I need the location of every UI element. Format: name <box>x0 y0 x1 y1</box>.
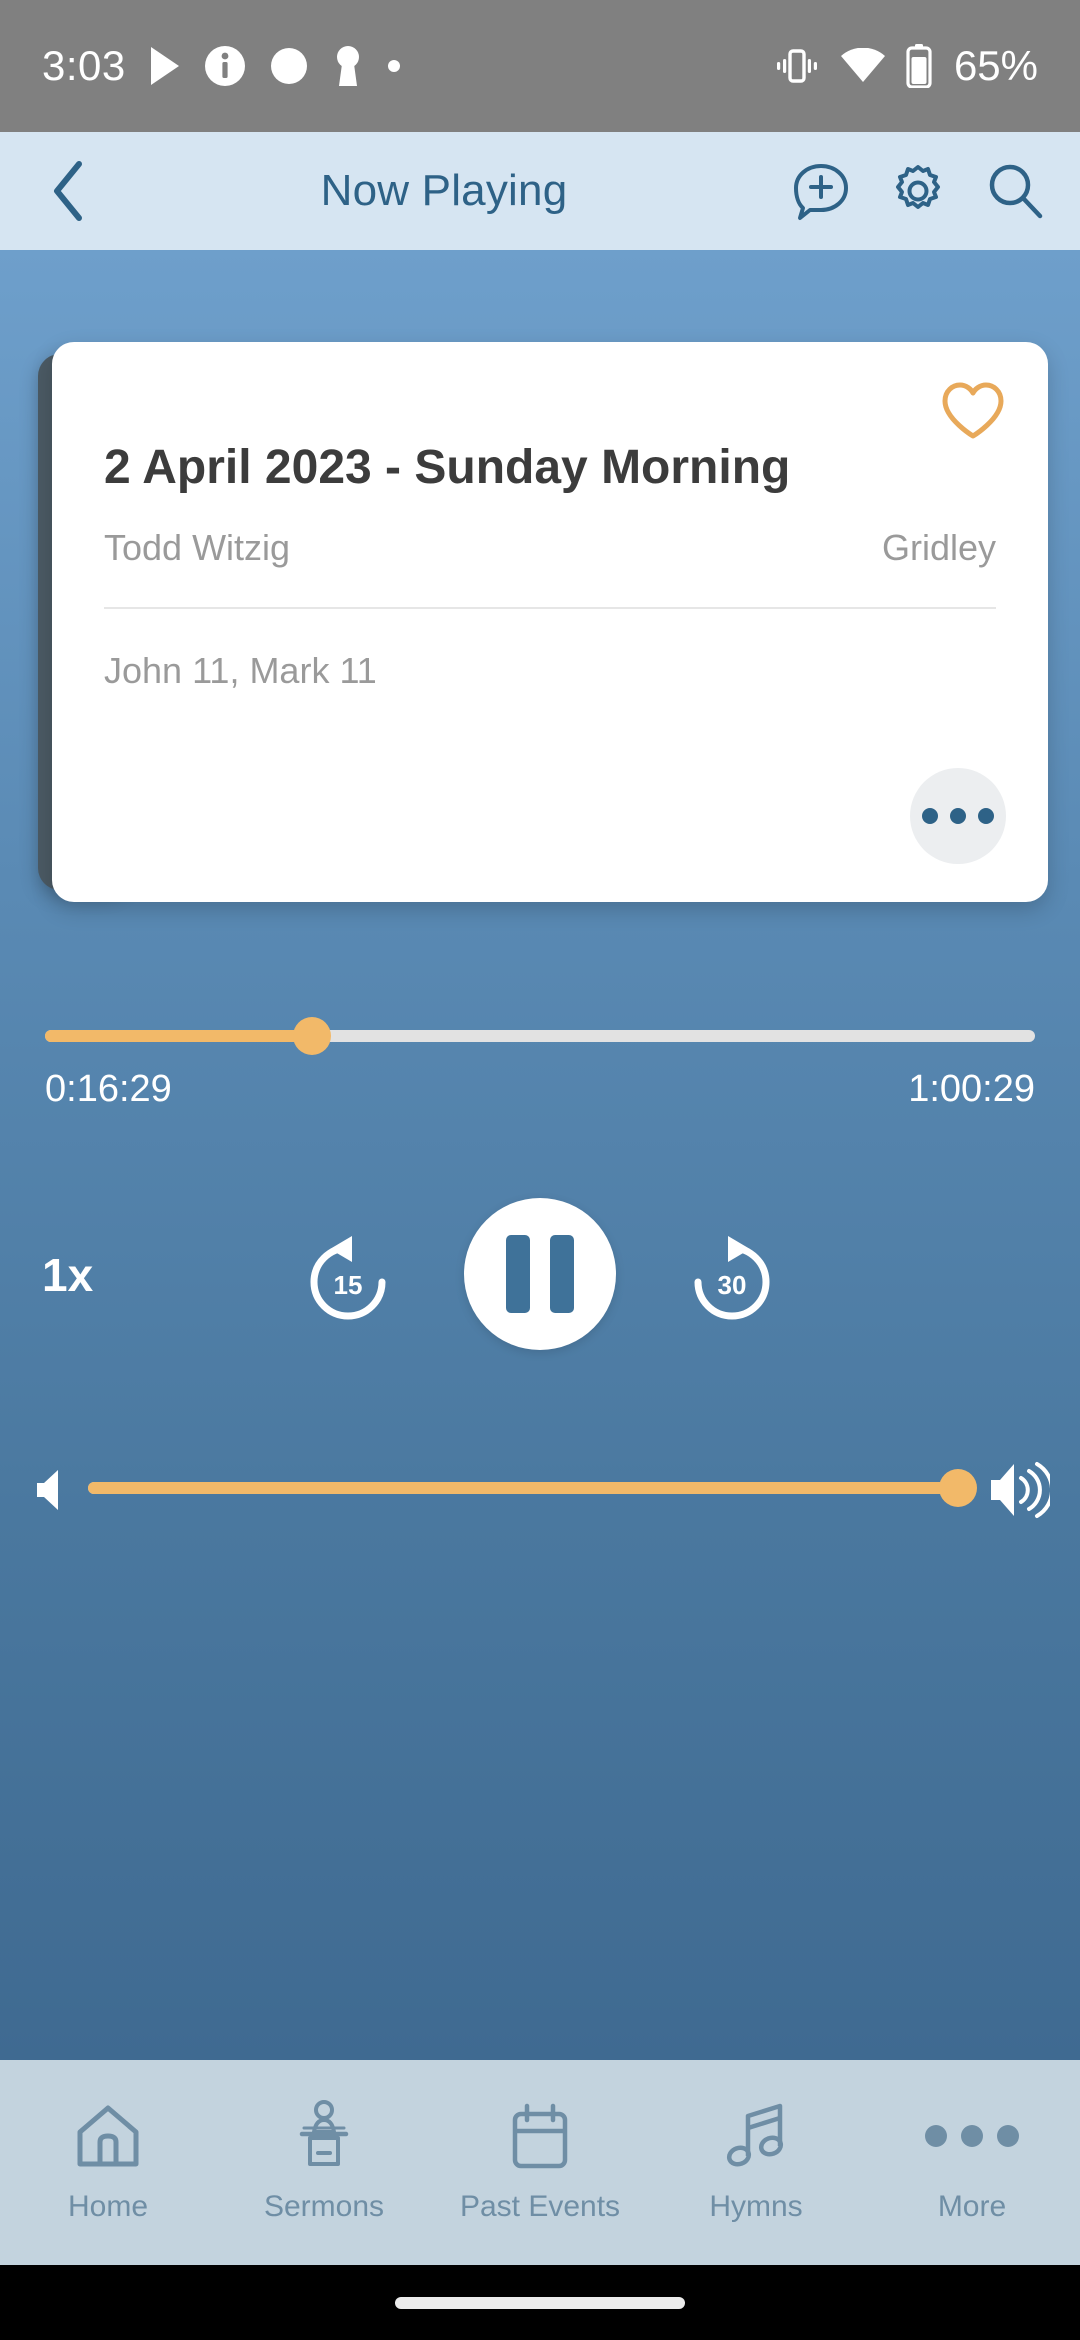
back-button[interactable] <box>34 156 104 226</box>
pulpit-icon <box>286 2098 362 2174</box>
status-bar: 3:03 65% <box>0 0 1080 132</box>
home-indicator[interactable] <box>395 2296 685 2309</box>
keyhole-icon <box>332 44 364 88</box>
volume-low-icon <box>34 1466 66 1519</box>
volume-control <box>0 1450 1080 1530</box>
play-icon <box>148 45 182 87</box>
playback-speed-button[interactable]: 1x <box>42 1248 93 1302</box>
nav-item-past-events[interactable]: Past Events <box>432 2060 648 2224</box>
pause-icon-bar <box>550 1235 574 1313</box>
more-dot <box>997 2125 1019 2147</box>
gear-icon[interactable] <box>888 161 948 221</box>
more-dot <box>961 2125 983 2147</box>
bottom-navigation: Home Sermons Past Events Hymns More <box>0 2060 1080 2265</box>
volume-high-icon <box>988 1458 1055 1527</box>
card-title: 2 April 2023 - Sunday Morning <box>104 441 791 494</box>
battery-icon <box>906 44 932 88</box>
record-circle-icon <box>268 45 310 87</box>
more-dot <box>978 808 994 824</box>
volume-thumb[interactable] <box>939 1469 977 1507</box>
app-screen: 3:03 65% Now Playing 2 April 2023 - Sund… <box>0 0 1080 2340</box>
forward-30-icon[interactable]: 30 <box>684 1232 780 1328</box>
more-dot <box>922 808 938 824</box>
info-icon <box>204 45 246 87</box>
status-bar-left: 3:03 <box>42 42 402 90</box>
music-note-icon <box>718 2098 794 2174</box>
transport-controls: 1x 15 30 <box>0 1170 1080 1390</box>
card-scripture-references: John 11, Mark 11 <box>104 650 377 691</box>
battery-percent-label: 65% <box>953 42 1038 89</box>
search-icon[interactable] <box>984 160 1046 222</box>
card-overflow-button[interactable] <box>910 768 1006 864</box>
nav-label: Past Events <box>459 2190 621 2223</box>
vibrate-icon <box>774 46 820 86</box>
wifi-icon <box>840 48 886 84</box>
status-clock: 3:03 <box>42 42 126 89</box>
nav-item-more[interactable]: More <box>864 2060 1080 2224</box>
replay-15-icon[interactable]: 15 <box>300 1232 396 1328</box>
more-dot <box>950 808 966 824</box>
add-comment-icon[interactable] <box>790 160 852 222</box>
now-playing-card-wrapper: 2 April 2023 - Sunday Morning Todd Witzi… <box>38 342 1048 902</box>
small-dot-icon <box>386 58 402 74</box>
card-meta: Todd Witzig Gridley <box>104 527 996 569</box>
nav-label: Sermons <box>263 2190 385 2223</box>
svg-text:15: 15 <box>334 1270 363 1300</box>
nav-label: More <box>937 2190 1007 2223</box>
pause-icon-bar <box>506 1235 530 1313</box>
card-divider <box>104 607 996 609</box>
page-title: Now Playing <box>320 166 568 215</box>
nav-label: Home <box>67 2190 149 2223</box>
volume-fill <box>88 1482 958 1494</box>
now-playing-card[interactable]: 2 April 2023 - Sunday Morning Todd Witzi… <box>52 342 1048 902</box>
nav-item-hymns[interactable]: Hymns <box>648 2060 864 2224</box>
svg-text:30: 30 <box>718 1270 747 1300</box>
seek-slider[interactable] <box>45 1017 1035 1055</box>
app-bar: Now Playing <box>0 132 1080 250</box>
system-gesture-bar <box>0 2265 1080 2340</box>
total-time-label: 1:00:29 <box>908 1068 1035 1110</box>
calendar-icon <box>502 2098 578 2174</box>
more-dot <box>925 2125 947 2147</box>
nav-label: Hymns <box>709 2190 803 2223</box>
app-bar-actions <box>790 160 1046 222</box>
nav-item-home[interactable]: Home <box>0 2060 216 2224</box>
more-horizontal-icon <box>925 2098 1019 2174</box>
card-speaker: Todd Witzig <box>104 527 291 568</box>
heart-outline-icon[interactable] <box>936 374 1010 448</box>
status-bar-right: 65% <box>774 42 1038 90</box>
elapsed-time-label: 0:16:29 <box>45 1068 172 1110</box>
volume-slider[interactable] <box>88 1469 977 1507</box>
card-location: Gridley <box>881 527 996 568</box>
player-body: 2 April 2023 - Sunday Morning Todd Witzi… <box>0 250 1080 2060</box>
seek-time-labels: 0:16:29 1:00:29 <box>45 1068 1035 1111</box>
home-icon <box>70 2098 146 2174</box>
nav-item-sermons[interactable]: Sermons <box>216 2060 432 2224</box>
seek-thumb[interactable] <box>293 1017 332 1055</box>
pause-button[interactable] <box>464 1198 616 1350</box>
seek-progress-fill <box>45 1030 313 1042</box>
